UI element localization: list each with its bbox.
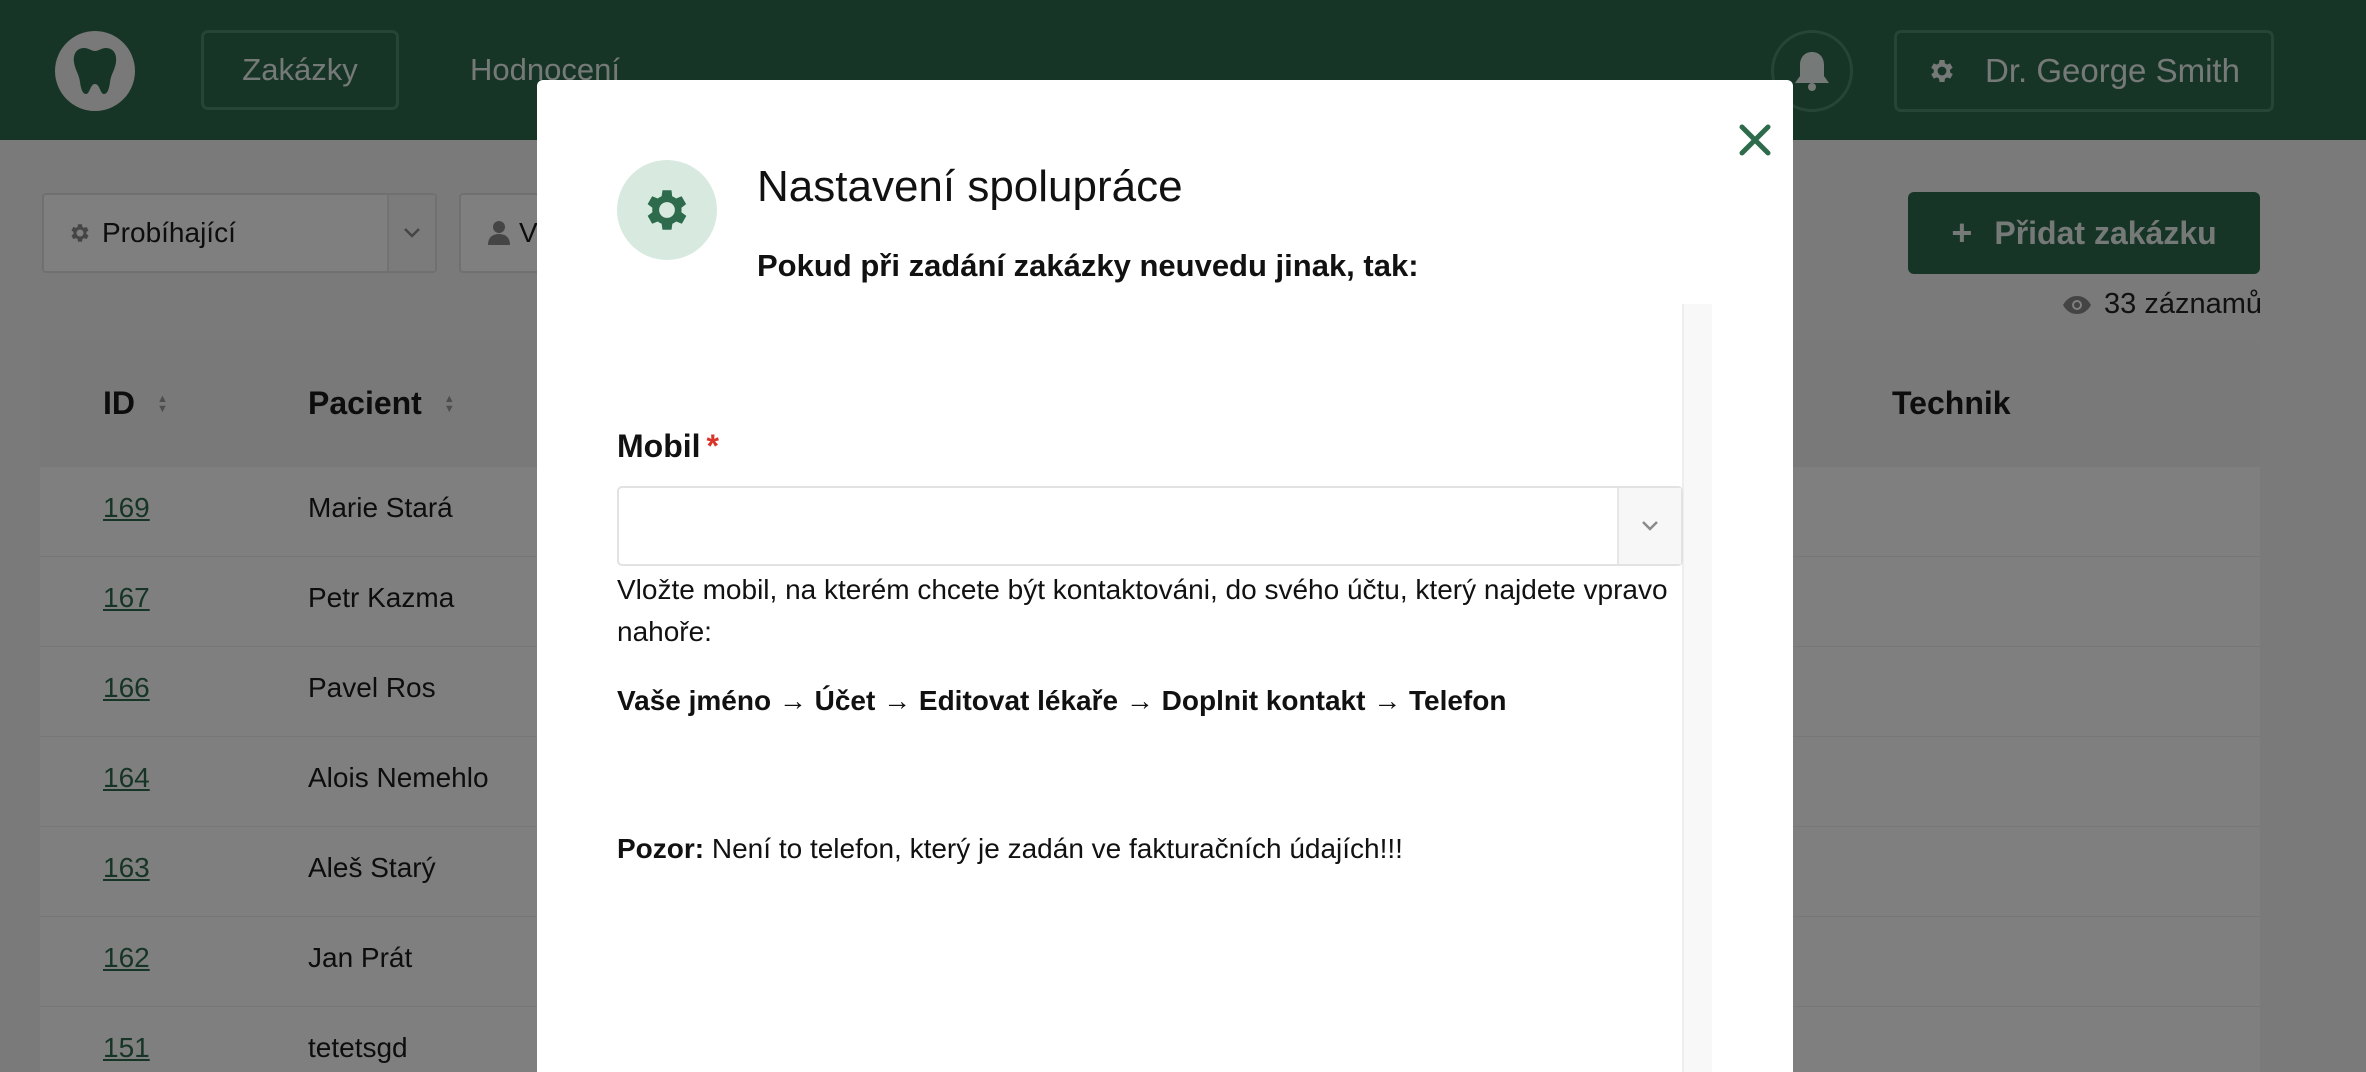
mobile-help-text: Vložte mobil, na kterém chcete být konta… — [617, 574, 1668, 647]
warning-message: Není to telefon, který je zadán ve faktu… — [711, 833, 1403, 864]
mobile-select[interactable] — [617, 486, 1683, 566]
modal-subtitle: Pokud při zadání zakázky neuvedu jinak, … — [757, 248, 1419, 283]
modal-scrollbar[interactable] — [1682, 304, 1712, 1072]
modal-header-icon — [617, 160, 717, 260]
account-path-text: Vaše jméno → Účet → Editovat lékaře → Do… — [617, 685, 1507, 716]
close-button[interactable] — [1725, 110, 1785, 170]
modal-title: Nastavení spolupráce — [757, 162, 1183, 211]
mobile-field-label: Mobil * — [617, 428, 719, 465]
chevron-down-icon[interactable] — [1617, 488, 1681, 564]
warning-text: Pozor: Není to telefon, který je zadán v… — [617, 833, 1403, 865]
close-icon — [1739, 124, 1771, 156]
warning-label: Pozor: — [617, 833, 705, 864]
mobile-label-text: Mobil — [617, 428, 701, 464]
gear-icon — [647, 190, 687, 230]
required-mark: * — [706, 428, 719, 464]
cooperation-settings-modal: Nastavení spolupráce Pokud při zadání za… — [537, 80, 1793, 1072]
